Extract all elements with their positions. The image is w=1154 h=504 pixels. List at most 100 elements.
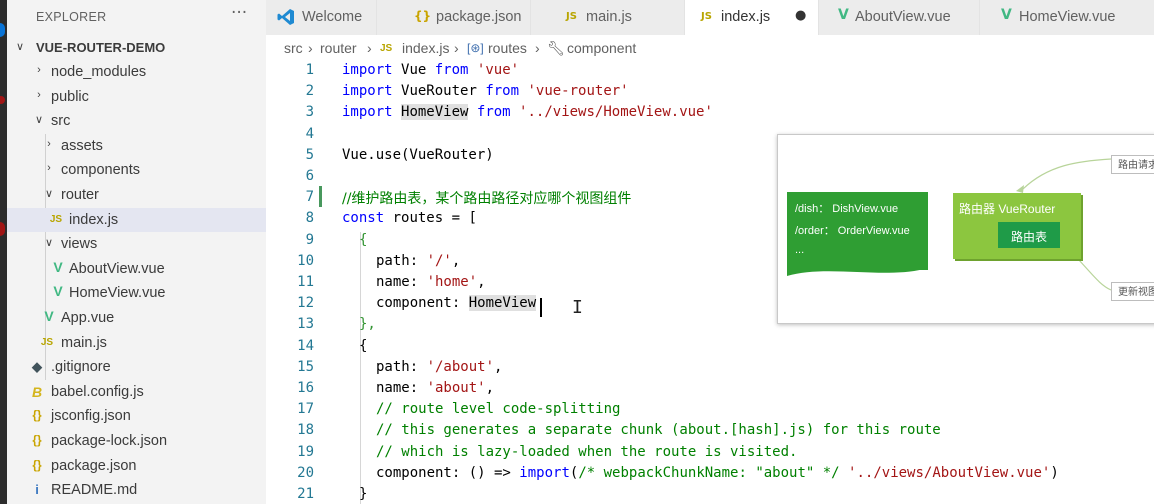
code-line-12: component: HomeView — [376, 295, 537, 311]
tab-homeview[interactable]: V HomeView.vue — [980, 0, 1154, 35]
editor-tabs: Welcome {} package.json JS main.js JS in… — [266, 0, 1154, 35]
code-line-16: name: 'about', — [376, 380, 495, 396]
code-line-3: import HomeView from '../views/HomeView.… — [342, 104, 713, 120]
tree-item-components[interactable]: › components — [7, 158, 266, 183]
tab-welcome[interactable]: Welcome — [266, 0, 377, 35]
tab-package-json[interactable]: {} package.json — [377, 0, 531, 35]
code-line-14: { — [359, 338, 368, 354]
line-number: 3 — [305, 104, 314, 120]
tree-item-index-js[interactable]: JS index.js — [7, 207, 266, 233]
error-indicator — [0, 96, 5, 104]
tab-main-js[interactable]: JS main.js — [531, 0, 685, 35]
breadcrumb-router[interactable]: router — [320, 40, 357, 56]
line-number: 17 — [297, 401, 314, 417]
tree-item-label: components — [61, 162, 140, 179]
tree-item-package-lock[interactable]: {} package-lock.json — [7, 429, 266, 454]
tab-label: Welcome — [302, 9, 363, 25]
tree-item-label: jsconfig.json — [51, 408, 131, 425]
tree-item-node-modules[interactable]: › node_modules — [7, 60, 266, 85]
js-file-icon: JS — [566, 11, 577, 22]
text-cursor — [540, 298, 542, 317]
unsaved-indicator[interactable]: ● — [795, 8, 806, 23]
tree-item-babel-config[interactable]: B babel.config.js — [7, 380, 266, 405]
tab-label: main.js — [586, 9, 632, 25]
activity-bar — [0, 0, 7, 504]
route-table-box: 路由表 — [998, 222, 1060, 248]
code-line-19: // which is lazy-loaded when the route i… — [376, 444, 798, 460]
tree-item-app-vue[interactable]: V App.vue — [7, 306, 266, 331]
js-file-icon: JS — [40, 336, 54, 348]
explorer-title: EXPLORER — [36, 10, 107, 24]
line-number: 20 — [297, 465, 314, 481]
vue-file-icon: V — [53, 258, 63, 275]
debug-indicator — [0, 222, 5, 236]
code-line-10: path: '/', — [376, 253, 461, 269]
tree-item-assets[interactable]: › assets — [7, 134, 266, 159]
variable-icon: [⊛] — [467, 41, 484, 55]
breadcrumb-separator: › — [454, 40, 459, 56]
line-number: 15 — [297, 359, 314, 375]
tree-item-gitignore[interactable]: ◆ .gitignore — [7, 355, 266, 380]
wrench-icon: 🔧︎ — [547, 40, 565, 56]
tab-aboutview[interactable]: V AboutView.vue — [819, 0, 980, 35]
breadcrumb-routes[interactable]: routes — [488, 40, 527, 56]
tree-item-main-js[interactable]: JS main.js — [7, 331, 266, 356]
chevron-right-icon: › — [37, 64, 41, 76]
project-folder-header[interactable]: ∨ VUE-ROUTER-DEMO — [7, 37, 266, 59]
breadcrumb-src[interactable]: src — [284, 40, 303, 56]
vue-file-icon: V — [1001, 7, 1012, 23]
explorer-active-indicator — [0, 23, 5, 37]
vue-file-icon: V — [53, 283, 63, 300]
js-file-icon: JS — [701, 11, 712, 22]
code-line-1: import Vue from 'vue' — [342, 62, 520, 78]
tree-item-label: HomeView.vue — [69, 285, 166, 302]
line-number: 2 — [305, 83, 314, 99]
breadcrumb-component[interactable]: component — [567, 40, 636, 56]
tab-index-js[interactable]: JS index.js ● — [685, 0, 819, 35]
project-name: VUE-ROUTER-DEMO — [36, 40, 166, 55]
line-number: 21 — [297, 486, 314, 502]
babel-icon: B — [31, 383, 43, 400]
tree-item-views[interactable]: ∨ views — [7, 232, 266, 257]
tree-item-router[interactable]: ∨ router — [7, 183, 266, 208]
tree-item-package-json[interactable]: {} package.json — [7, 454, 266, 479]
git-modified-marker — [319, 186, 322, 207]
js-file-icon: JS — [49, 213, 63, 225]
code-line-18: // this generates a separate chunk (abou… — [376, 422, 941, 438]
mapping-more: ... — [795, 244, 805, 256]
tree-item-src[interactable]: ∨ src — [7, 109, 266, 134]
tree-item-label: package.json — [51, 457, 137, 474]
line-number: 10 — [297, 253, 314, 269]
chevron-right-icon: › — [47, 137, 51, 150]
git-icon: ◆ — [32, 359, 42, 375]
line-number: 4 — [305, 126, 314, 142]
route-request-box: 路由请求 — [1111, 155, 1154, 174]
ibeam-cursor-icon: I — [572, 297, 583, 318]
breadcrumb-separator: › — [367, 40, 372, 56]
tree-item-label: README.md — [51, 482, 138, 499]
tree-item-label: index.js — [69, 211, 119, 228]
tree-item-label: public — [51, 88, 89, 105]
vscode-icon — [276, 7, 296, 30]
tree-item-label: package-lock.json — [51, 432, 168, 449]
tree-item-jsconfig[interactable]: {} jsconfig.json — [7, 404, 266, 429]
tree-item-readme[interactable]: i README.md — [7, 478, 266, 503]
tree-item-homeview[interactable]: V HomeView.vue — [7, 281, 266, 306]
tree-item-label: App.vue — [61, 309, 115, 326]
line-number: 12 — [297, 295, 314, 311]
code-line-11: name: 'home', — [376, 274, 486, 290]
vue-router-box: 路由器 VueRouter 路由表 — [953, 193, 1081, 259]
breadcrumb-index-js[interactable]: index.js — [402, 40, 449, 56]
route-table-label: 路由表 — [1011, 230, 1048, 244]
line-number: 8 — [305, 210, 314, 226]
more-actions-button[interactable]: ··· — [231, 3, 247, 23]
file-tree: › node_modules › public ∨ src › assets ›… — [7, 60, 266, 503]
tree-item-label: babel.config.js — [51, 383, 144, 400]
chevron-down-icon: ∨ — [44, 237, 54, 250]
tree-item-aboutview[interactable]: V AboutView.vue — [7, 257, 266, 282]
breadcrumb: src › router › JS index.js › [⊛] routes … — [266, 35, 1154, 59]
tree-item-label: views — [61, 236, 98, 253]
vue-file-icon: V — [44, 307, 54, 324]
code-line-8: const routes = [ — [342, 210, 477, 226]
tree-item-public[interactable]: › public — [7, 85, 266, 110]
